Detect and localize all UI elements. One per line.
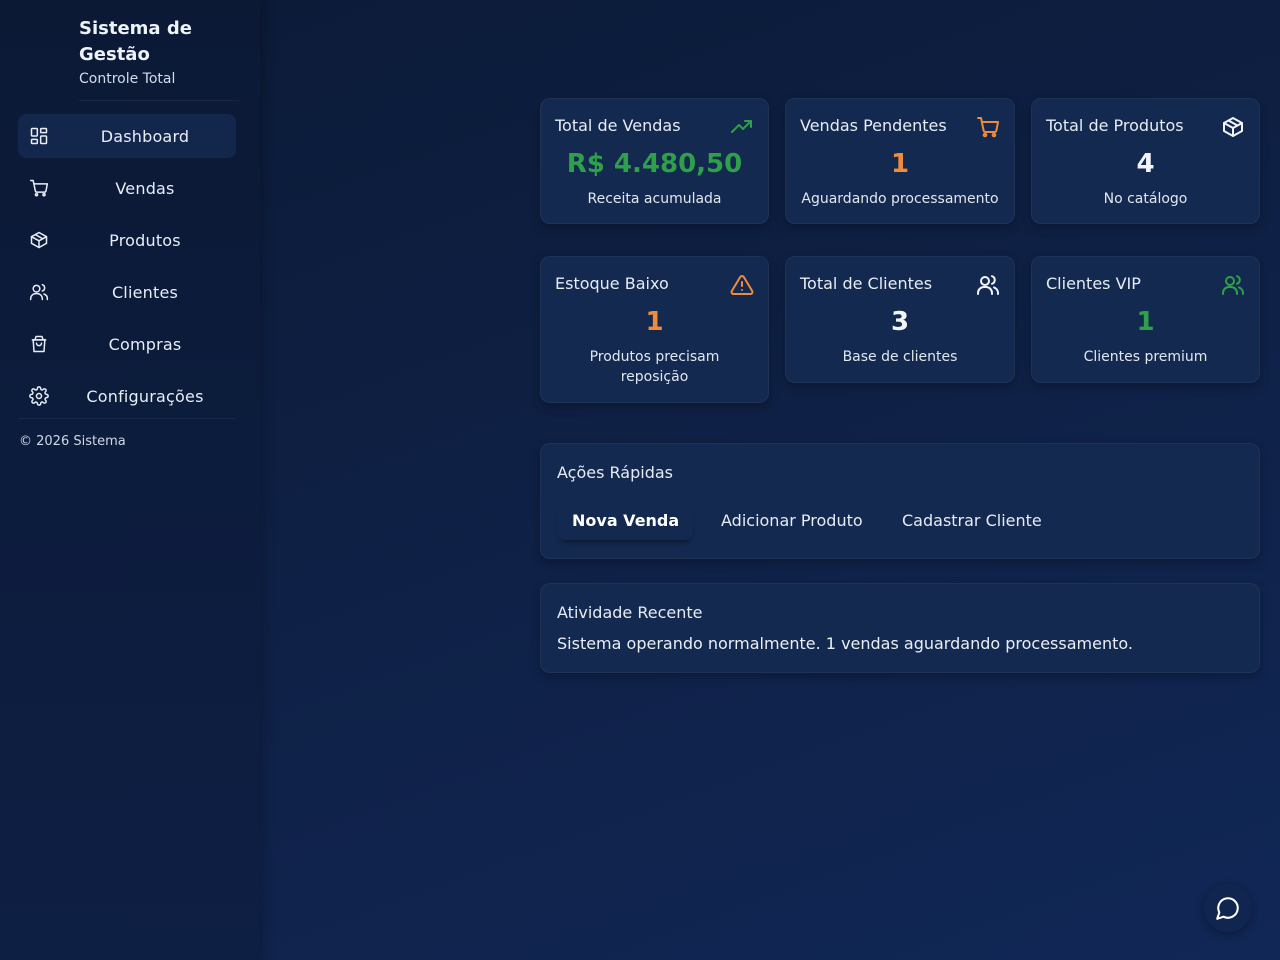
users-icon (1222, 275, 1244, 295)
chat-bubble-icon (1216, 897, 1239, 920)
brand-subtitle: Controle Total (79, 71, 176, 87)
stat-card-total-vendas: Total de Vendas R$ 4.480,50 Receita acum… (540, 98, 769, 224)
cart-icon (29, 179, 49, 197)
sidebar-item-clientes[interactable]: Clientes (18, 270, 236, 314)
stat-description: Aguardando processamento (801, 191, 999, 207)
dashboard-icon (30, 127, 48, 145)
stat-title: Vendas Pendentes (800, 116, 947, 135)
sidebar: Sistema de Gestão Controle Total Dashboa… (0, 0, 260, 960)
gear-icon (29, 386, 49, 406)
stat-value: 1 (890, 149, 910, 179)
shopping-bag-icon (31, 335, 47, 353)
stat-value: R$ 4.480,50 (566, 149, 743, 179)
recent-activity-panel: Atividade Recente Sistema operando norma… (540, 583, 1260, 673)
stat-title: Total de Vendas (555, 116, 681, 135)
quick-actions-title: Ações Rápidas (557, 463, 673, 482)
stat-description: Receita acumulada (587, 191, 722, 207)
stat-card-total-produtos: Total de Produtos 4 No catálogo (1031, 98, 1260, 224)
brand-title: Sistema de Gestão (79, 18, 192, 65)
package-icon (1223, 117, 1243, 137)
sidebar-item-label: Compras (108, 334, 182, 354)
stat-value: 1 (645, 307, 664, 337)
stat-value: 1 (1136, 307, 1155, 337)
stat-value: 4 (1136, 149, 1155, 179)
sidebar-item-vendas[interactable]: Vendas (18, 166, 236, 210)
stat-card-estoque-baixo: Estoque Baixo 1 Produtos precisam reposi… (540, 256, 769, 403)
users-icon (29, 283, 49, 301)
sidebar-item-label: Vendas (115, 178, 175, 198)
stat-description: Clientes premium (1083, 349, 1208, 365)
sidebar-item-label: Dashboard (100, 126, 190, 146)
cart-icon (977, 117, 999, 138)
stat-description: No catálogo (1103, 191, 1188, 207)
package-icon (30, 231, 48, 249)
stat-description: Base de clientes (842, 349, 958, 365)
sidebar-nav: Dashboard Vendas Produtos Clientes Compr… (18, 114, 236, 426)
warning-icon (730, 274, 754, 295)
divider (79, 100, 239, 101)
users-icon (977, 275, 999, 295)
stat-title: Clientes VIP (1046, 274, 1141, 293)
recent-activity-text: Sistema operando normalmente. 1 vendas a… (557, 634, 1133, 653)
divider (18, 418, 236, 419)
sidebar-item-produtos[interactable]: Produtos (18, 218, 236, 262)
sidebar-item-compras[interactable]: Compras (18, 322, 236, 366)
adicionar-produto-button[interactable]: Adicionar Produto (721, 502, 863, 540)
quick-actions-panel: Ações Rápidas Nova Venda Adicionar Produ… (540, 443, 1260, 559)
chat-button[interactable] (1204, 884, 1252, 932)
nova-venda-button[interactable]: Nova Venda (558, 502, 693, 540)
trending-up-icon (731, 120, 752, 133)
stat-value: 3 (890, 307, 910, 337)
sidebar-footer: © 2026 Sistema (19, 434, 126, 449)
sidebar-item-label: Configurações (86, 386, 204, 406)
stat-title: Estoque Baixo (555, 274, 669, 293)
stat-title: Total de Produtos (1046, 116, 1184, 135)
sidebar-item-label: Produtos (109, 230, 181, 250)
stat-card-clientes-vip: Clientes VIP 1 Clientes premium (1031, 256, 1260, 383)
sidebar-item-configuracoes[interactable]: Configurações (18, 374, 236, 418)
recent-activity-title: Atividade Recente (557, 603, 703, 622)
stat-card-total-clientes: Total de Clientes 3 Base de clientes (785, 256, 1015, 383)
stat-description: Produtos precisam reposição (589, 349, 720, 385)
sidebar-item-dashboard[interactable]: Dashboard (18, 114, 236, 158)
stat-card-vendas-pendentes: Vendas Pendentes 1 Aguardando processame… (785, 98, 1015, 224)
stat-title: Total de Clientes (800, 274, 933, 293)
cadastrar-cliente-button[interactable]: Cadastrar Cliente (902, 502, 1042, 540)
sidebar-item-label: Clientes (111, 282, 179, 302)
brand: Sistema de Gestão Controle Total (79, 16, 239, 87)
